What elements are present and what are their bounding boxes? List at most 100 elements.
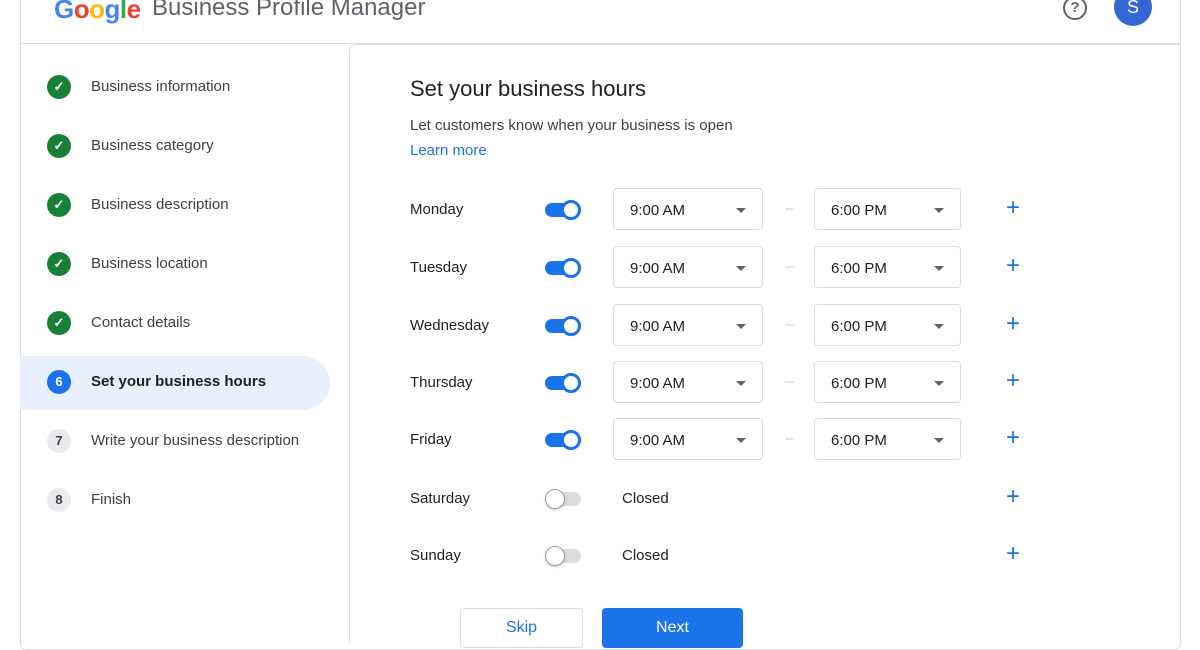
day-label: Tuesday: [410, 259, 467, 276]
dropdown-arrow-icon: [736, 324, 746, 329]
toggle-knob: [561, 316, 581, 336]
sidebar-step[interactable]: ✓ Business location: [20, 238, 330, 292]
open-time-select[interactable]: 9:00 AM: [613, 188, 763, 230]
day-row: Wednesday 9:00 AM 6:00 PM – +: [410, 304, 1050, 348]
close-time-select[interactable]: 6:00 PM: [814, 304, 961, 346]
add-hours-icon[interactable]: +: [1006, 542, 1020, 566]
day-row: Monday 9:00 AM 6:00 PM – +: [410, 188, 1050, 232]
sidebar-step[interactable]: ✓ Business information: [20, 61, 330, 115]
time-range-dash: –: [785, 258, 794, 275]
open-toggle[interactable]: [545, 258, 581, 278]
sidebar-step-label: Business description: [91, 196, 229, 213]
time-range-dash: –: [785, 373, 794, 390]
day-row: Saturday Closed +: [410, 477, 1050, 521]
add-hours-icon[interactable]: +: [1006, 369, 1020, 393]
sidebar-step[interactable]: 7 Write your business description: [20, 415, 330, 469]
sidebar-step[interactable]: 8 Finish: [20, 474, 330, 528]
add-hours-icon[interactable]: +: [1006, 312, 1020, 336]
select-value: 9:00 AM: [630, 318, 686, 335]
select-value: 6:00 PM: [831, 202, 887, 219]
sidebar-step[interactable]: ✓ Business category: [20, 120, 330, 174]
logo-letter: o: [73, 0, 90, 24]
time-range-dash: –: [785, 430, 794, 447]
add-hours-icon[interactable]: +: [1006, 254, 1020, 278]
select-value: 6:00 PM: [831, 375, 887, 392]
day-row: Friday 9:00 AM 6:00 PM – +: [410, 418, 1050, 462]
select-value: 6:00 PM: [831, 318, 887, 335]
close-time-select[interactable]: 6:00 PM: [814, 361, 961, 403]
check-circle-icon: ✓: [47, 134, 71, 158]
logo-letter: o: [89, 0, 105, 24]
open-toggle[interactable]: [545, 373, 581, 393]
toggle-knob: [561, 258, 581, 278]
toggle-knob: [545, 489, 565, 509]
sidebar-step[interactable]: ✓ Contact details: [20, 297, 330, 351]
dropdown-arrow-icon: [934, 438, 944, 443]
toggle-knob: [545, 546, 565, 566]
open-toggle[interactable]: [545, 200, 581, 220]
learn-more-link[interactable]: Learn more: [410, 142, 487, 159]
day-label: Wednesday: [410, 317, 489, 334]
day-row: Sunday Closed +: [410, 534, 1050, 578]
logo-letter: G: [54, 0, 74, 24]
sidebar-step-label: Business information: [91, 78, 231, 95]
day-row: Tuesday 9:00 AM 6:00 PM – +: [410, 246, 1050, 290]
time-range-dash: –: [785, 200, 794, 217]
sidebar-step-label: Business category: [91, 137, 214, 154]
select-value: 9:00 AM: [630, 260, 686, 277]
open-toggle[interactable]: [545, 489, 581, 509]
close-time-select[interactable]: 6:00 PM: [814, 188, 961, 230]
day-label: Sunday: [410, 547, 461, 564]
step-number-badge: 6: [47, 370, 71, 394]
close-time-select[interactable]: 6:00 PM: [814, 246, 961, 288]
closed-label: Closed: [622, 547, 669, 564]
open-time-select[interactable]: 9:00 AM: [613, 246, 763, 288]
select-value: 9:00 AM: [630, 375, 686, 392]
open-time-select[interactable]: 9:00 AM: [613, 418, 763, 460]
open-time-select[interactable]: 9:00 AM: [613, 304, 763, 346]
dropdown-arrow-icon: [934, 266, 944, 271]
day-label: Saturday: [410, 490, 471, 507]
step-number-badge: 8: [47, 488, 71, 512]
next-button[interactable]: Next: [602, 608, 743, 648]
step-number-badge: 7: [47, 429, 71, 453]
dropdown-arrow-icon: [934, 208, 944, 213]
day-label: Monday: [410, 201, 464, 218]
logo-letter: l: [119, 0, 127, 24]
sidebar-step[interactable]: 6 Set your business hours: [20, 356, 330, 410]
open-toggle[interactable]: [545, 316, 581, 336]
product-name: Business Profile Manager: [152, 0, 426, 21]
add-hours-icon[interactable]: +: [1006, 426, 1020, 450]
dropdown-arrow-icon: [736, 381, 746, 386]
sidebar-step-label: Contact details: [91, 314, 191, 331]
day-label: Thursday: [410, 374, 473, 391]
check-circle-icon: ✓: [47, 311, 71, 335]
day-row: Thursday 9:00 AM 6:00 PM – +: [410, 361, 1050, 405]
toggle-knob: [561, 200, 581, 220]
add-hours-icon[interactable]: +: [1006, 196, 1020, 220]
logo-letter: g: [104, 0, 121, 24]
add-hours-icon[interactable]: +: [1006, 485, 1020, 509]
top-bar: Google Business Profile Manager ? S: [20, 0, 1180, 44]
logo-letter: e: [126, 0, 141, 24]
sidebar-step-label: Set your business hours: [91, 373, 267, 390]
account-avatar[interactable]: S: [1114, 0, 1152, 26]
open-toggle[interactable]: [545, 546, 581, 566]
time-range-dash: –: [785, 316, 794, 333]
skip-button[interactable]: Skip: [460, 608, 583, 648]
sidebar-step-label: Business location: [91, 255, 208, 272]
sidebar-step-label: Finish: [91, 491, 132, 508]
sidebar-step[interactable]: ✓ Business description: [20, 179, 330, 233]
check-circle-icon: ✓: [47, 252, 71, 276]
help-icon[interactable]: ?: [1063, 0, 1087, 20]
google-logo: Google: [54, 0, 141, 25]
steps-sidebar: ✓ Business information ✓ Business category ✓…: [20, 44, 350, 630]
day-label: Friday: [410, 431, 452, 448]
close-time-select[interactable]: 6:00 PM: [814, 418, 961, 460]
dropdown-arrow-icon: [736, 438, 746, 443]
open-time-select[interactable]: 9:00 AM: [613, 361, 763, 403]
open-toggle[interactable]: [545, 430, 581, 450]
sidebar-step-label: Write your business description: [91, 432, 300, 449]
select-value: 6:00 PM: [831, 432, 887, 449]
check-circle-icon: ✓: [47, 75, 71, 99]
